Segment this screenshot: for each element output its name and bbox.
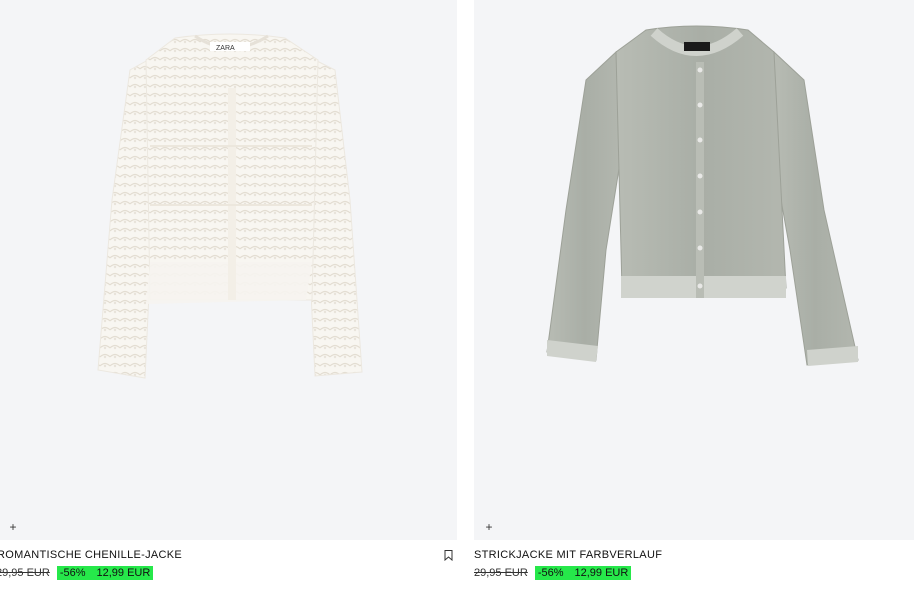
sale-badge: -56% 12,99 EUR — [534, 566, 632, 580]
sale-badge: -56% 12,99 EUR — [56, 566, 154, 580]
add-to-cart-button[interactable]: + — [6, 520, 20, 534]
discount-percent: -56% — [537, 567, 564, 579]
price-row: 29,95 EUR -56% 12,99 EUR — [474, 566, 632, 580]
bookmark-icon[interactable] — [444, 550, 453, 561]
new-price: 12,99 EUR — [96, 567, 151, 579]
product-image[interactable]: ZARA + — [0, 0, 457, 540]
old-price: 29,95 EUR — [0, 567, 50, 579]
brand-label: ZARA — [216, 45, 235, 52]
product-card-strickjacke-mit-farbverlauf[interactable]: + STRICKJACKE MIT FARBVERLAUF 29,95 EUR … — [474, 0, 914, 580]
grey-knit-cardigan-icon — [546, 25, 859, 366]
product-image[interactable]: + — [474, 0, 914, 540]
product-name[interactable]: STRICKJACKE MIT FARBVERLAUF — [474, 549, 662, 561]
product-card-romantische-chenille-jacke[interactable]: ZARA + ROMANTISCHE CHENILLE-JACKE 29,95 … — [0, 0, 457, 580]
old-price: 29,95 EUR — [474, 567, 528, 579]
price-row: 29,95 EUR -56% 12,99 EUR — [0, 566, 154, 580]
cream-crochet-cardigan-icon: ZARA — [97, 33, 363, 379]
add-to-cart-button[interactable]: + — [482, 520, 496, 534]
discount-percent: -56% — [59, 567, 86, 579]
product-name[interactable]: ROMANTISCHE CHENILLE-JACKE — [0, 549, 182, 561]
new-price: 12,99 EUR — [574, 567, 629, 579]
